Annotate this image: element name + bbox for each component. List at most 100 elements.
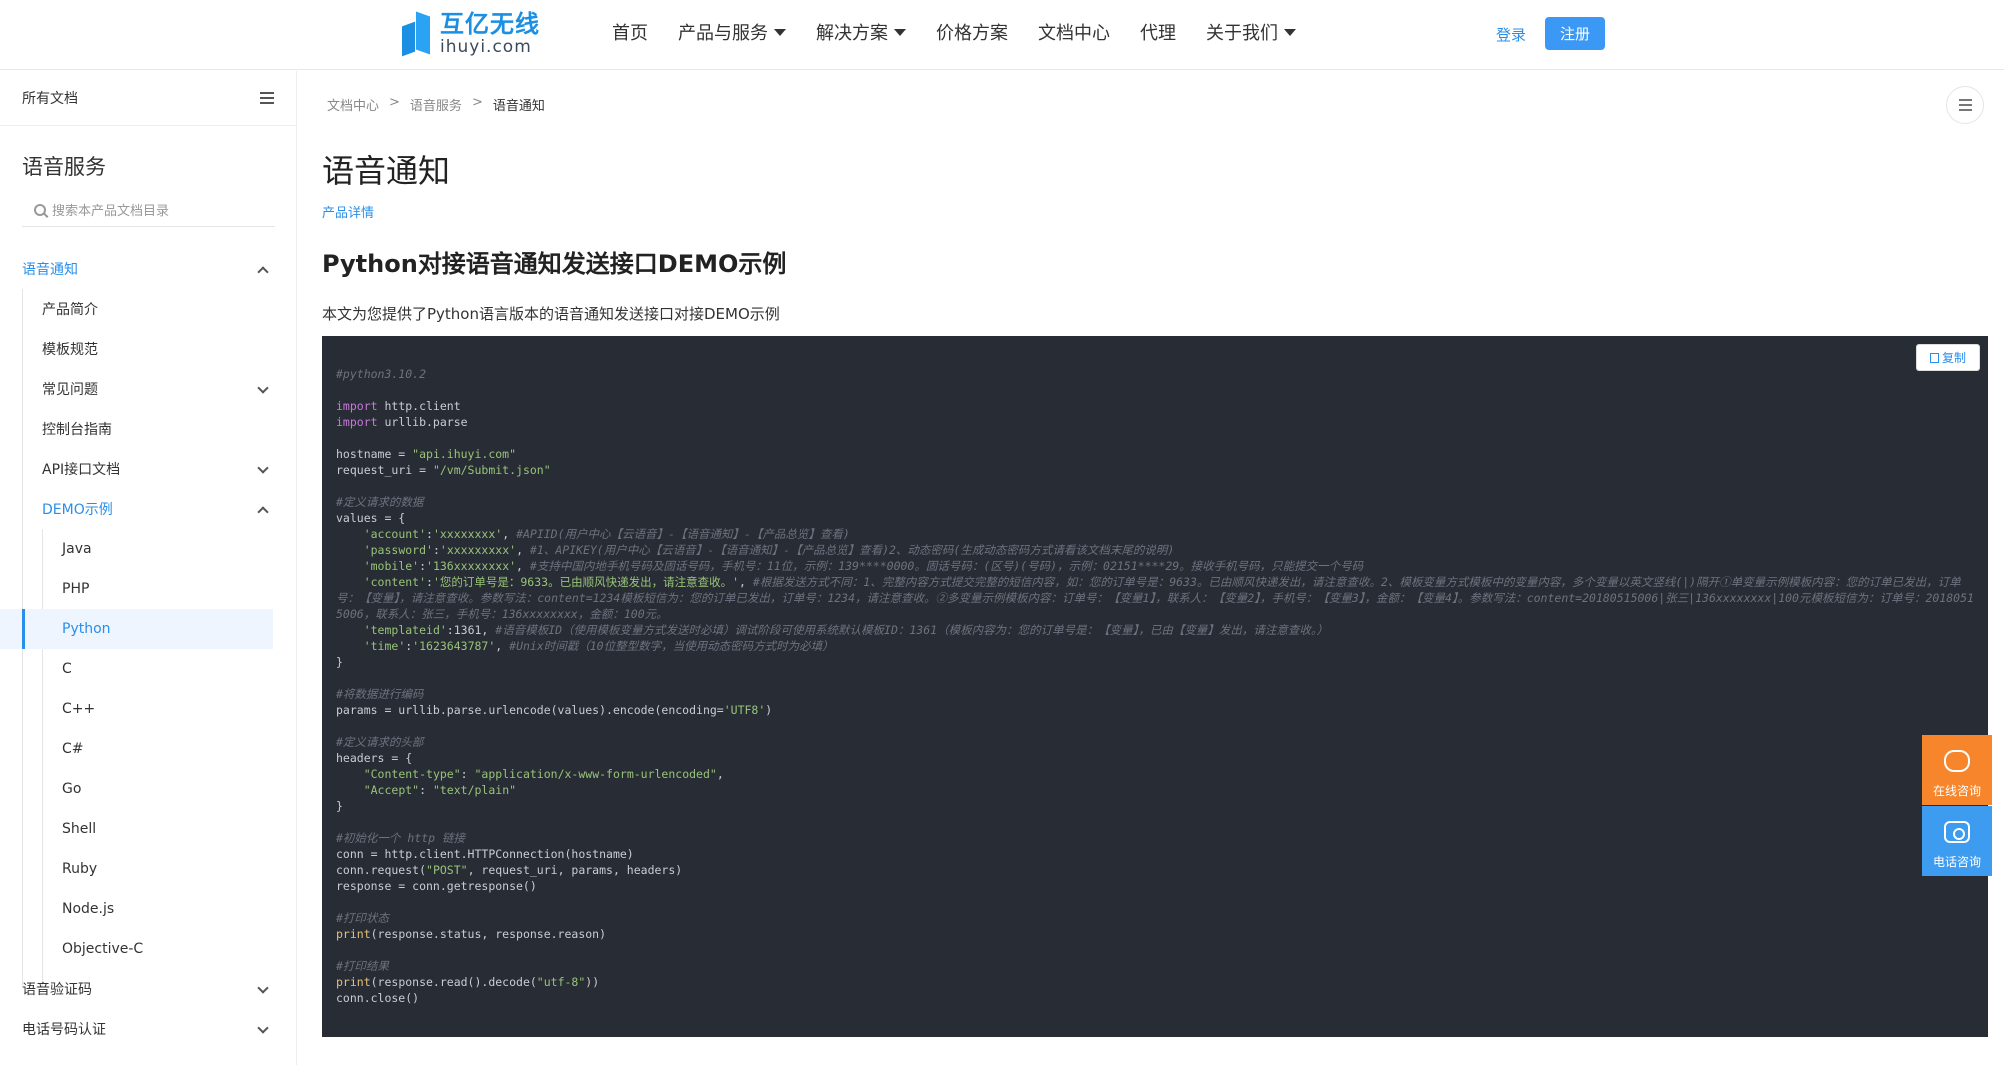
sidebar-item[interactable]: Ruby bbox=[0, 849, 297, 889]
code-token: , bbox=[495, 639, 510, 653]
sidebar-item[interactable]: PHP bbox=[0, 569, 297, 609]
sidebar-item[interactable]: API接口文档 bbox=[0, 449, 297, 489]
nav-item[interactable]: 文档中心 bbox=[1038, 19, 1110, 45]
nav-item[interactable]: 代理 bbox=[1140, 19, 1176, 45]
nav-item-label: 代理 bbox=[1140, 23, 1176, 44]
chevron-up-icon[interactable] bbox=[257, 266, 269, 278]
sidebar-item[interactable]: 语音通知 bbox=[0, 249, 297, 289]
code-token: 'UTF8' bbox=[723, 703, 766, 717]
online-consult-button[interactable]: 在线咨询 bbox=[1922, 735, 1992, 805]
nav-item-label: 解决方案 bbox=[816, 23, 888, 44]
code-token: '您的订单号是：9633。已由顺风快递发出，请注意查收。' bbox=[432, 575, 739, 589]
sidebar-item[interactable]: Go bbox=[0, 769, 297, 809]
code-content: #python3.10.2 import http.client import … bbox=[336, 366, 1976, 1006]
breadcrumb-item[interactable]: 语音服务 bbox=[410, 95, 462, 114]
register-button[interactable]: 注册 bbox=[1545, 17, 1605, 50]
sidebar-item[interactable]: Node.js bbox=[0, 889, 297, 929]
code-token: #打印状态 bbox=[336, 911, 389, 925]
doc-sidebar: 所有文档 语音服务 搜索本产品文档目录 语音通知 产品简介 模板规范 常见问题 控制台指… bbox=[0, 71, 297, 1065]
code-token: '1623643787' bbox=[412, 639, 496, 653]
code-token: (response.read().decode( bbox=[370, 975, 537, 989]
sidebar-item[interactable]: 控制台指南 bbox=[0, 409, 297, 449]
code-token: import bbox=[336, 399, 378, 413]
code-token: ) bbox=[765, 703, 773, 717]
phone-consult-button[interactable]: 电话咨询 bbox=[1922, 806, 1992, 876]
caret-down-icon bbox=[1284, 28, 1296, 36]
chevron-down-icon[interactable] bbox=[257, 462, 269, 474]
list-icon[interactable] bbox=[260, 92, 274, 104]
code-token: : bbox=[419, 783, 433, 797]
sidebar-item[interactable]: 常见问题 bbox=[0, 369, 297, 409]
code-token: 'xxxxxxxx' bbox=[432, 527, 503, 541]
sidebar-item[interactable]: Java bbox=[0, 529, 297, 569]
nav-item[interactable]: 关于我们 bbox=[1206, 19, 1296, 45]
sidebar-item-label: DEMO示例 bbox=[42, 502, 113, 518]
sidebar-item[interactable]: C++ bbox=[0, 689, 297, 729]
nav-item[interactable]: 首页 bbox=[612, 19, 648, 45]
sidebar-item-label: Go bbox=[62, 781, 82, 797]
chevron-up-icon[interactable] bbox=[257, 506, 269, 518]
code-token: 'xxxxxxxxx' bbox=[439, 543, 517, 557]
sidebar-item[interactable]: C# bbox=[0, 729, 297, 769]
nav-item-label: 产品与服务 bbox=[678, 23, 768, 44]
code-token: "utf-8" bbox=[536, 975, 586, 989]
code-token: #1、APIKEY(用户中心【云语音】-【语音通知】-【产品总览】查看)2、动态… bbox=[529, 543, 1175, 557]
toc-menu-button[interactable] bbox=[1946, 86, 1984, 124]
code-token: , bbox=[502, 527, 517, 541]
breadcrumb-item: 语音通知 bbox=[492, 99, 545, 114]
search-icon bbox=[34, 203, 46, 216]
code-token: #语音模板ID（使用模板变量方式发送时必填）调试阶段可使用系统默认模板ID：13… bbox=[495, 623, 1329, 637]
code-token: response = conn.getresponse() bbox=[336, 879, 537, 893]
code-token: headers = { bbox=[336, 751, 413, 765]
nav-item[interactable]: 价格方案 bbox=[936, 19, 1008, 45]
sidebar-item[interactable]: 电话号码认证 bbox=[0, 1009, 297, 1049]
sidebar-item[interactable]: C bbox=[0, 649, 297, 689]
doc-tree: 语音通知产品简介 模板规范常见问题控制台指南 API接口文档 DEMO示例 Java PH… bbox=[0, 249, 297, 1049]
logo[interactable]: 互亿无线 ihuyi.com bbox=[402, 10, 540, 58]
code-token: 'templateid' bbox=[363, 623, 447, 637]
sidebar-item[interactable]: 模板规范 bbox=[0, 329, 297, 369]
code-token: urllib.parse bbox=[377, 415, 468, 429]
sidebar-item-label: API接口文档 bbox=[42, 462, 121, 478]
chevron-down-icon[interactable] bbox=[257, 382, 269, 394]
code-token: 'account' bbox=[363, 527, 427, 541]
sidebar-item-label: 语音通知 bbox=[22, 262, 78, 278]
code-token: #python3.10.2 bbox=[336, 367, 427, 381]
code-token: , bbox=[516, 543, 530, 557]
code-token: (response.status, response.reason) bbox=[370, 927, 607, 941]
breadcrumb: 文档中心 > 语音服务 > 语音通知 bbox=[327, 95, 555, 114]
code-token: #支持中国内地手机号码及固话号码，手机号：11位，示例：139****0000。… bbox=[529, 559, 1364, 573]
section-title: Python对接语音通知发送接口DEMO示例 bbox=[322, 250, 787, 278]
nav-item[interactable]: 解决方案 bbox=[816, 19, 906, 45]
sidebar-item[interactable]: 产品简介 bbox=[0, 289, 297, 329]
code-block: 复制 #python3.10.2 import http.client impo… bbox=[322, 336, 1988, 1037]
breadcrumb-item[interactable]: 文档中心 bbox=[327, 95, 379, 114]
sidebar-item[interactable]: Python bbox=[0, 609, 273, 649]
nav-item[interactable]: 产品与服务 bbox=[678, 19, 786, 45]
chevron-down-icon[interactable] bbox=[257, 1022, 269, 1034]
code-token: : bbox=[426, 527, 433, 541]
sidebar-item[interactable]: 语音验证码 bbox=[0, 969, 297, 1009]
logo-en-text: ihuyi.com bbox=[440, 37, 532, 57]
chevron-down-icon[interactable] bbox=[257, 982, 269, 994]
copy-label: 复制 bbox=[1941, 351, 1966, 365]
login-link[interactable]: 登录 bbox=[1496, 24, 1526, 45]
sidebar-item-label: Shell bbox=[62, 821, 97, 837]
sidebar-item[interactable]: Objective-C bbox=[0, 929, 297, 969]
sidebar-search-input[interactable]: 搜索本产品文档目录 bbox=[22, 193, 275, 227]
sidebar-item[interactable]: DEMO示例 bbox=[0, 489, 297, 529]
all-docs-bar[interactable]: 所有文档 bbox=[0, 71, 296, 126]
sidebar-item-label: Objective-C bbox=[62, 941, 144, 957]
sidebar-item-label: Node.js bbox=[62, 901, 115, 917]
product-detail-link[interactable]: 产品详情 bbox=[322, 202, 374, 221]
copy-icon bbox=[1929, 352, 1939, 363]
sidebar-item[interactable]: Shell bbox=[0, 809, 297, 849]
code-token: } bbox=[336, 799, 343, 813]
sidebar-item-label: 常见问题 bbox=[42, 382, 98, 398]
code-token: : bbox=[426, 575, 433, 589]
code-token: "application/x-www-form-urlencoded" bbox=[474, 767, 717, 781]
